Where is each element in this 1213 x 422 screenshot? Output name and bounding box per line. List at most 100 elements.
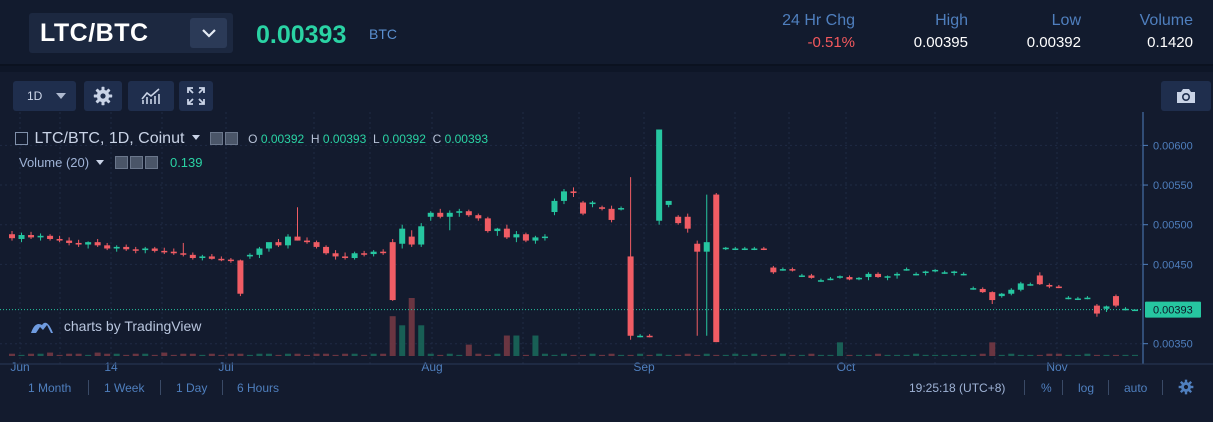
- volume-bar: [456, 354, 463, 356]
- candle-body: [1065, 297, 1072, 300]
- volume-bar: [437, 354, 444, 356]
- candle-body: [684, 216, 691, 229]
- gear-icon[interactable]: [130, 156, 144, 169]
- volume-bar: [313, 353, 320, 356]
- close-icon[interactable]: [145, 156, 159, 169]
- volume-bar: [608, 353, 615, 356]
- volume-title[interactable]: Volume (20): [19, 155, 89, 170]
- candle-body: [551, 200, 558, 213]
- volume-bar: [37, 353, 44, 356]
- high-label: H: [310, 132, 320, 146]
- range-1-day-button[interactable]: 1 Day: [176, 381, 207, 395]
- separator: [88, 380, 89, 395]
- volume-bar: [47, 352, 54, 356]
- volume-bar: [227, 353, 234, 356]
- stat-value: 0.00395: [913, 34, 968, 51]
- camera-icon: [1177, 89, 1195, 103]
- x-tick-label: Sep: [633, 360, 655, 374]
- range-1-week-button[interactable]: 1 Week: [104, 381, 144, 395]
- candle-body: [437, 212, 444, 217]
- watermark-text: charts by TradingView: [63, 318, 202, 334]
- candle-body: [656, 129, 663, 221]
- candle-body: [9, 234, 15, 239]
- clock[interactable]: 19:25:18 (UTC+8): [909, 381, 1005, 395]
- volume-bar: [951, 354, 958, 356]
- candle-body: [513, 234, 520, 238]
- candle-body: [37, 235, 44, 238]
- candle-body: [951, 271, 958, 274]
- candle-body: [580, 202, 587, 214]
- collapse-icon[interactable]: [15, 132, 28, 145]
- volume-bar: [18, 354, 25, 356]
- volume-bar: [1008, 353, 1015, 356]
- volume-bar: [304, 354, 311, 356]
- tradingview-watermark[interactable]: charts by TradingView: [30, 318, 201, 335]
- candle-body: [732, 248, 739, 251]
- volume-bar: [199, 354, 206, 356]
- y-tick-label: 0.00450: [1153, 259, 1193, 271]
- volume-bar: [275, 354, 282, 356]
- candle-body: [104, 245, 111, 249]
- volume-bar: [189, 353, 196, 356]
- eye-icon[interactable]: [210, 132, 224, 145]
- volume-bar: [418, 325, 425, 356]
- candle-body: [361, 253, 368, 255]
- chart-settings-button[interactable]: [84, 81, 122, 111]
- percent-scale-button[interactable]: %: [1041, 381, 1052, 395]
- caret-down-icon[interactable]: [95, 160, 104, 165]
- candle-body: [475, 215, 482, 219]
- pair-selector[interactable]: LTC/BTC: [29, 13, 233, 53]
- volume-bar: [856, 354, 863, 356]
- log-scale-button[interactable]: log: [1078, 381, 1094, 395]
- volume-bar: [913, 353, 920, 356]
- volume-bar: [599, 354, 606, 356]
- candle-body: [817, 280, 824, 282]
- eye-icon[interactable]: [115, 156, 129, 169]
- open-label: O: [248, 132, 258, 146]
- volume-bar: [246, 354, 253, 356]
- pair-dropdown-button[interactable]: [190, 18, 227, 48]
- candle-body: [446, 212, 453, 217]
- volume-bar: [1027, 354, 1034, 356]
- volume-bar: [827, 354, 834, 356]
- candle-body: [256, 248, 263, 255]
- candle-body: [370, 251, 377, 255]
- price-chart[interactable]: Jun 14 Jul Aug Sep Oct Nov 0.00600 0.00550 0.0050…: [0, 112, 1213, 382]
- auto-scale-button[interactable]: auto: [1124, 381, 1147, 395]
- indicators-button[interactable]: [128, 81, 174, 111]
- volume-bar: [675, 354, 682, 356]
- snapshot-button[interactable]: [1161, 81, 1211, 111]
- candle-body: [865, 273, 872, 278]
- candle-body: [665, 200, 672, 205]
- volume-bar: [370, 353, 377, 356]
- volume-bar: [979, 353, 986, 356]
- gear-icon[interactable]: [225, 132, 239, 145]
- chart-background: [0, 112, 1213, 382]
- last-price-label: 0.00393: [1153, 305, 1193, 317]
- fullscreen-button[interactable]: [179, 81, 213, 111]
- candle-body: [408, 236, 415, 245]
- low-label: L: [372, 132, 380, 146]
- candle-body: [1103, 306, 1110, 309]
- volume-bar: [465, 344, 472, 356]
- volume-bar: [85, 354, 92, 356]
- series-title[interactable]: LTC/BTC, 1D, Coinut: [34, 130, 184, 147]
- candle-body: [875, 273, 882, 278]
- volume-bar: [875, 353, 882, 356]
- indicators-icon: [141, 88, 160, 104]
- range-1-month-button[interactable]: 1 Month: [28, 381, 71, 395]
- volume-bar: [351, 353, 358, 356]
- volume-bar: [998, 354, 1005, 356]
- candle-body: [646, 335, 653, 338]
- candle-body: [941, 272, 948, 274]
- caret-down-icon: [56, 93, 66, 99]
- volume-value: 0.139: [169, 155, 203, 170]
- candle-body: [199, 256, 206, 259]
- candle-body: [66, 240, 73, 243]
- caret-down-icon[interactable]: [191, 135, 200, 140]
- candle-body: [1112, 296, 1119, 306]
- range-6-hours-button[interactable]: 6 Hours: [237, 381, 279, 395]
- interval-selector[interactable]: 1D: [13, 81, 76, 111]
- gear-icon[interactable]: [1178, 379, 1194, 395]
- volume-bar: [142, 353, 149, 356]
